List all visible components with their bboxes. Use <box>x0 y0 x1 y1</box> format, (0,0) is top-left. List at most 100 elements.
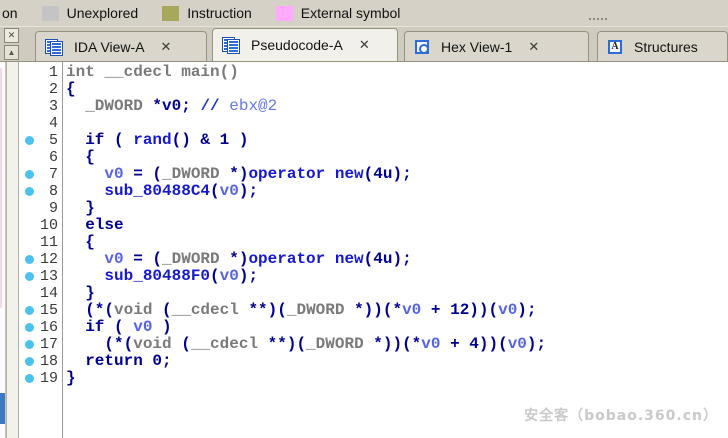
code-line[interactable]: 1int __cdecl main() <box>19 64 239 81</box>
code-text: } <box>66 285 95 302</box>
tab-ida-view-a[interactable]: IDA View-A ✕ <box>35 31 207 61</box>
pseudocode-icon <box>223 38 239 52</box>
line-marker-column[interactable] <box>19 285 39 302</box>
line-marker-column[interactable] <box>19 149 39 166</box>
line-marker-column[interactable] <box>19 353 39 370</box>
line-number: 8 <box>39 183 58 200</box>
code-line[interactable]: 8 sub_80488C4(v0); <box>19 183 258 200</box>
line-marker-dot[interactable] <box>25 340 34 349</box>
code-text: _DWORD *v0; // ebx@2 <box>66 98 277 115</box>
legend-items: UnexploredInstructionExternal symbol <box>18 5 401 21</box>
code-line[interactable]: 10 else <box>19 217 124 234</box>
code-line[interactable]: 13 sub_80488F0(v0); <box>19 268 258 285</box>
line-number: 11 <box>39 234 58 251</box>
code-line[interactable]: 15 (*(void (__cdecl **)(_DWORD *))(*v0 +… <box>19 302 537 319</box>
code-line[interactable]: 16 if ( v0 ) <box>19 319 172 336</box>
code-text: if ( v0 ) <box>66 319 172 336</box>
line-marker-column[interactable] <box>19 64 39 81</box>
line-marker-dot[interactable] <box>25 374 34 383</box>
line-marker-column[interactable] <box>19 81 39 98</box>
tab-label: Hex View-1 <box>441 39 512 55</box>
hex-view-icon <box>415 40 429 54</box>
chevron-up-icon: ▲ <box>8 49 16 57</box>
tab-label: Structures <box>634 39 698 55</box>
line-number: 15 <box>39 302 58 319</box>
line-number: 16 <box>39 319 58 336</box>
line-number: 13 <box>39 268 58 285</box>
legend-truncated-label: on <box>2 5 18 21</box>
legend-item-external-symbol: External symbol <box>276 5 401 21</box>
line-marker-dot[interactable] <box>25 306 34 315</box>
code-line[interactable]: 12 v0 = (_DWORD *)operator new(4u); <box>19 251 412 268</box>
code-text: sub_80488C4(v0); <box>66 183 258 200</box>
tab-hex-view-1[interactable]: Hex View-1 ✕ <box>404 31 589 61</box>
code-text: (*(void (__cdecl **)(_DWORD *))(*v0 + 4)… <box>66 336 546 353</box>
line-marker-column[interactable] <box>19 268 39 285</box>
tab-structures[interactable]: Structures <box>597 31 728 61</box>
code-line[interactable]: 18 return 0; <box>19 353 172 370</box>
line-marker-column[interactable] <box>19 98 39 115</box>
line-marker-dot[interactable] <box>25 272 34 281</box>
code-text: v0 = (_DWORD *)operator new(4u); <box>66 251 412 268</box>
vertical-scrollbar[interactable] <box>6 62 19 438</box>
line-marker-column[interactable] <box>19 302 39 319</box>
line-marker-dot[interactable] <box>25 187 34 196</box>
code-line[interactable]: 17 (*(void (__cdecl **)(_DWORD *))(*v0 +… <box>19 336 546 353</box>
code-line[interactable]: 3 _DWORD *v0; // ebx@2 <box>19 98 277 115</box>
line-number: 9 <box>39 200 58 217</box>
tab-close-icon[interactable]: ✕ <box>357 37 372 53</box>
line-marker-column[interactable] <box>19 183 39 200</box>
code-line[interactable]: 19} <box>19 370 76 387</box>
watermark: 安全客（bobao.360.cn） <box>524 405 718 425</box>
line-marker-dot[interactable] <box>25 170 34 179</box>
line-marker-column[interactable] <box>19 217 39 234</box>
line-marker-column[interactable] <box>19 115 39 132</box>
code-text: int __cdecl main() <box>66 64 239 81</box>
code-line[interactable]: 7 v0 = (_DWORD *)operator new(4u); <box>19 166 412 183</box>
code-line[interactable]: 4 <box>19 115 66 132</box>
navigator-position-indicator <box>0 393 5 424</box>
scroll-up-button[interactable]: ▲ <box>4 45 19 60</box>
ida-window: { "legend": { "truncated_label": "on", "… <box>0 0 728 438</box>
line-marker-column[interactable] <box>19 200 39 217</box>
code-text: { <box>66 81 76 98</box>
tab-label: Pseudocode-A <box>251 37 343 53</box>
line-marker-column[interactable] <box>19 166 39 183</box>
line-marker-dot[interactable] <box>25 255 34 264</box>
pseudocode-view[interactable]: 1int __cdecl main()2{3 _DWORD *v0; // eb… <box>19 62 728 438</box>
close-panel-button[interactable]: ✕ <box>4 28 19 43</box>
line-marker-column[interactable] <box>19 336 39 353</box>
tab-close-icon[interactable]: ✕ <box>159 39 174 55</box>
line-marker-column[interactable] <box>19 319 39 336</box>
line-number: 10 <box>39 217 58 234</box>
line-number: 6 <box>39 149 58 166</box>
line-marker-column[interactable] <box>19 132 39 149</box>
code-line[interactable]: 6 { <box>19 149 95 166</box>
line-marker-column[interactable] <box>19 370 39 387</box>
code-line[interactable]: 9 } <box>19 200 95 217</box>
drag-handle[interactable] <box>588 17 608 21</box>
code-line[interactable]: 5 if ( rand() & 1 ) <box>19 132 248 149</box>
line-marker-dot[interactable] <box>25 136 34 145</box>
legend-label: Unexplored <box>67 5 139 21</box>
line-marker-dot[interactable] <box>25 357 34 366</box>
code-line[interactable]: 11 { <box>19 234 95 251</box>
tab-label: IDA View-A <box>74 39 145 55</box>
code-line[interactable]: 2{ <box>19 81 76 98</box>
code-text: { <box>66 234 95 251</box>
legend-swatch-external-symbol <box>276 6 293 21</box>
line-marker-column[interactable] <box>19 234 39 251</box>
line-number: 14 <box>39 285 58 302</box>
tab-bar: IDA View-A ✕ Pseudocode-A ✕ Hex View-1 ✕ Struc… <box>0 26 728 62</box>
tab-pseudocode-a[interactable]: Pseudocode-A ✕ <box>212 28 398 61</box>
close-icon: ✕ <box>8 31 16 40</box>
legend-bar: on UnexploredInstructionExternal symbol <box>0 0 728 26</box>
line-marker-dot[interactable] <box>25 323 34 332</box>
code-line[interactable]: 14 } <box>19 285 95 302</box>
line-number: 12 <box>39 251 58 268</box>
code-text: if ( rand() & 1 ) <box>66 132 248 149</box>
code-text: else <box>66 217 124 234</box>
structures-icon <box>608 40 622 54</box>
tab-close-icon[interactable]: ✕ <box>526 39 541 55</box>
line-marker-column[interactable] <box>19 251 39 268</box>
